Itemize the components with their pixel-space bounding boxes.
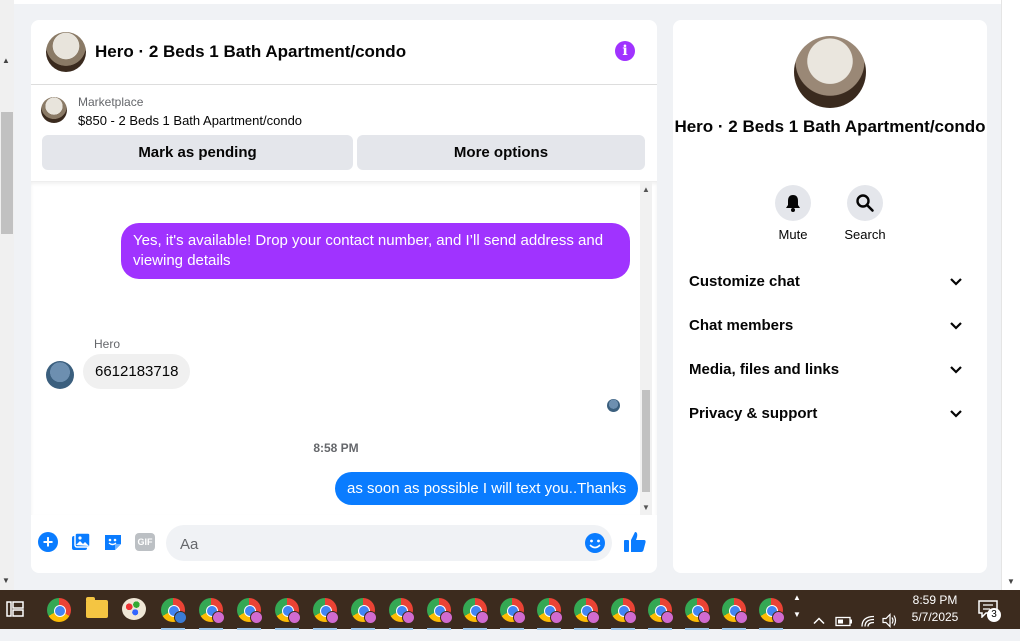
windows-taskbar: ▲ ▼ 8:59 PM 5/7/2025 3 bbox=[0, 590, 1020, 630]
scroll-up-arrow-icon[interactable]: ▲ bbox=[642, 185, 650, 194]
chrome-profile-icon[interactable] bbox=[313, 598, 339, 630]
read-receipt-avatar bbox=[607, 399, 620, 412]
top-bar-edge bbox=[14, 0, 1002, 4]
paint-icon[interactable] bbox=[122, 598, 146, 620]
message-input[interactable] bbox=[178, 533, 562, 555]
outgoing-message[interactable]: Yes, it's available! Drop your contact n… bbox=[121, 223, 630, 279]
chrome-profile-icon[interactable] bbox=[648, 598, 674, 630]
info-icon[interactable]: i bbox=[615, 41, 635, 61]
message-scrollbar[interactable]: ▲ ▼ bbox=[640, 182, 652, 515]
section-label: Privacy & support bbox=[689, 405, 818, 422]
chat-avatar[interactable] bbox=[46, 32, 86, 72]
chat-title[interactable]: Hero · 2 Beds 1 Bath Apartment/condo bbox=[95, 42, 406, 62]
chevron-down-icon[interactable]: ▼ bbox=[790, 610, 804, 619]
gif-icon[interactable]: GIF bbox=[135, 533, 155, 551]
chrome-profile-icon[interactable] bbox=[199, 598, 225, 630]
clock-time: 8:59 PM bbox=[912, 593, 958, 607]
chrome-profile-icon[interactable] bbox=[611, 598, 637, 630]
sender-name: Hero bbox=[94, 337, 121, 351]
system-clock[interactable]: 8:59 PM 5/7/2025 bbox=[900, 592, 970, 626]
chat-header: Hero · 2 Beds 1 Bath Apartment/condo i bbox=[31, 20, 657, 85]
marketplace-label: Marketplace bbox=[78, 95, 144, 109]
sticker-icon[interactable] bbox=[103, 532, 123, 552]
mute-label: Mute bbox=[778, 227, 808, 242]
scroll-down-arrow-icon[interactable]: ▼ bbox=[642, 503, 650, 512]
chrome-profile-icon[interactable] bbox=[463, 598, 489, 630]
section-label: Chat members bbox=[689, 317, 794, 334]
page-scrollbar[interactable]: ▲ ▼ bbox=[0, 0, 14, 590]
file-explorer-icon[interactable] bbox=[86, 597, 108, 618]
task-view-icon[interactable] bbox=[6, 600, 24, 618]
emoji-icon[interactable] bbox=[584, 532, 606, 554]
section-customize-chat[interactable]: Customize chat bbox=[689, 273, 971, 290]
chevron-down-icon bbox=[950, 410, 962, 418]
battery-icon[interactable] bbox=[835, 602, 853, 641]
search-icon bbox=[856, 194, 874, 212]
info-title: Hero · 2 Beds 1 Bath Apartment/condo bbox=[674, 117, 986, 136]
profile-avatar[interactable] bbox=[794, 36, 866, 108]
chevron-down-icon bbox=[950, 322, 962, 330]
chrome-profile-icon[interactable] bbox=[537, 598, 563, 630]
taskbar-overflow-scroll[interactable]: ▲ ▼ bbox=[790, 590, 804, 629]
chrome-profile-icon[interactable] bbox=[275, 598, 301, 630]
scroll-down-arrow-icon[interactable]: ▼ bbox=[2, 576, 10, 585]
wifi-icon[interactable] bbox=[860, 601, 876, 640]
message-scrollbar-thumb[interactable] bbox=[642, 390, 650, 492]
outgoing-message[interactable]: as soon as possible I will text you..Tha… bbox=[335, 472, 639, 505]
chat-panel: Hero · 2 Beds 1 Bath Apartment/condo i M… bbox=[31, 20, 657, 573]
show-hidden-icons-icon[interactable] bbox=[812, 602, 826, 641]
section-privacy-support[interactable]: Privacy & support bbox=[689, 405, 971, 422]
more-options-button[interactable]: More options bbox=[357, 135, 645, 170]
section-label: Customize chat bbox=[689, 273, 800, 290]
message-timestamp: 8:58 PM bbox=[313, 441, 359, 455]
listing-thumbnail bbox=[41, 97, 67, 123]
volume-icon[interactable] bbox=[881, 601, 899, 640]
plus-icon[interactable]: + bbox=[38, 532, 58, 552]
chrome-taskbar-icon[interactable] bbox=[47, 598, 71, 622]
mark-as-pending-button[interactable]: Mark as pending bbox=[42, 135, 353, 170]
section-media-files-links[interactable]: Media, files and links bbox=[689, 361, 971, 378]
chrome-profile-icon[interactable] bbox=[574, 598, 600, 630]
chevron-down-icon bbox=[950, 278, 962, 286]
notification-count-badge: 3 bbox=[987, 608, 1001, 622]
marketplace-listing[interactable]: Marketplace $850 - 2 Beds 1 Bath Apartme… bbox=[31, 85, 657, 135]
bell-icon bbox=[786, 195, 800, 212]
section-chat-members[interactable]: Chat members bbox=[689, 317, 971, 334]
chrome-profile-icon[interactable] bbox=[759, 598, 785, 630]
chrome-profile-icon[interactable] bbox=[237, 598, 263, 630]
sender-avatar[interactable] bbox=[46, 361, 74, 389]
message-list[interactable]: Yes, it's available! Drop your contact n… bbox=[31, 181, 657, 515]
scroll-down-arrow-icon[interactable]: ▼ bbox=[1007, 577, 1015, 586]
notification-center-button[interactable]: 3 bbox=[978, 600, 1001, 622]
chrome-profile-icon[interactable] bbox=[389, 598, 415, 630]
search-label: Search bbox=[844, 227, 886, 242]
right-page-scrollbar[interactable]: ▼ bbox=[1001, 0, 1020, 590]
section-label: Media, files and links bbox=[689, 361, 840, 378]
chrome-profile-icon[interactable] bbox=[427, 598, 453, 630]
chevron-up-icon[interactable]: ▲ bbox=[790, 593, 804, 602]
chat-info-panel: Hero · 2 Beds 1 Bath Apartment/condo Mut… bbox=[673, 20, 987, 573]
scrollbar-thumb[interactable] bbox=[1, 112, 13, 234]
incoming-message[interactable]: 6612183718 bbox=[83, 354, 191, 389]
chevron-down-icon bbox=[950, 366, 962, 374]
chrome-profile-icon[interactable] bbox=[722, 598, 748, 630]
chrome-profile-icon[interactable] bbox=[685, 598, 711, 630]
search-button[interactable]: Search bbox=[835, 185, 895, 242]
message-input-box[interactable] bbox=[166, 525, 612, 561]
chrome-profile-icon[interactable] bbox=[161, 598, 187, 630]
like-icon[interactable] bbox=[623, 530, 647, 554]
clock-date: 5/7/2025 bbox=[911, 610, 959, 624]
scroll-up-arrow-icon[interactable]: ▲ bbox=[2, 56, 10, 65]
photo-icon[interactable] bbox=[71, 532, 91, 552]
listing-description: $850 - 2 Beds 1 Bath Apartment/condo bbox=[78, 113, 303, 128]
chrome-profile-icon[interactable] bbox=[351, 598, 377, 630]
mute-button[interactable]: Mute bbox=[763, 185, 823, 242]
message-composer: + GIF bbox=[31, 518, 657, 568]
chrome-profile-icon[interactable] bbox=[500, 598, 526, 630]
